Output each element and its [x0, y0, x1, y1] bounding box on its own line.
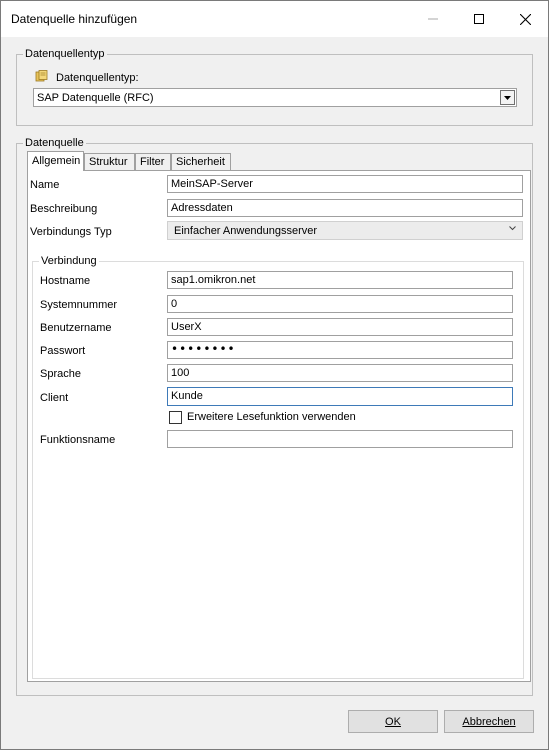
data-source-group-legend: Datenquelle	[23, 137, 86, 149]
connection-type-value: Einfacher Anwendungsserver	[174, 225, 318, 237]
window-title: Datenquelle hinzufügen	[11, 12, 138, 26]
username-input[interactable]: UserX	[167, 318, 513, 336]
database-icon	[35, 70, 48, 82]
function-name-input[interactable]	[167, 430, 513, 448]
tab-struktur[interactable]: Struktur	[84, 153, 135, 170]
connection-type-label: Verbindungs Typ	[30, 226, 112, 238]
hostname-label: Hostname	[40, 275, 91, 287]
connection-type-select[interactable]: Einfacher Anwendungsserver	[167, 221, 523, 240]
close-icon	[519, 13, 531, 25]
password-input[interactable]: ••••••••	[167, 341, 513, 359]
name-input[interactable]: MeinSAP-Server	[167, 175, 523, 193]
source-type-select[interactable]: SAP Datenquelle (RFC)	[33, 88, 517, 107]
chevron-down-icon	[509, 226, 516, 231]
dropdown-arrow-button[interactable]	[500, 90, 515, 105]
username-label: Benutzername	[40, 322, 112, 334]
chevron-down-icon	[504, 95, 511, 100]
language-input[interactable]: 100	[167, 364, 513, 382]
client-input[interactable]: Kunde	[167, 387, 513, 406]
function-name-label: Funktionsname	[40, 434, 116, 446]
name-label: Name	[30, 179, 60, 191]
close-button[interactable]	[502, 1, 548, 37]
cancel-button-label: Abbrechen	[462, 715, 516, 728]
system-number-label: Systemnummer	[40, 299, 118, 311]
ok-button-label: OK	[385, 715, 401, 728]
extended-read-checkbox[interactable]	[169, 411, 182, 424]
connection-group-legend: Verbindung	[39, 255, 99, 267]
minimize-icon	[428, 18, 438, 20]
system-number-input[interactable]: 0	[167, 295, 513, 313]
source-type-value: SAP Datenquelle (RFC)	[37, 92, 154, 104]
client-label: Client	[40, 392, 69, 404]
minimize-button[interactable]	[410, 1, 456, 37]
maximize-icon	[474, 14, 484, 24]
description-input[interactable]: Adressdaten	[167, 199, 523, 217]
extended-read-label[interactable]: Erweitere Lesefunktion verwenden	[187, 411, 356, 423]
ok-button[interactable]: OK	[348, 710, 438, 733]
source-type-group-legend: Datenquellentyp	[23, 48, 107, 60]
language-label: Sprache	[40, 368, 81, 380]
maximize-button[interactable]	[456, 1, 502, 37]
tab-allgemein[interactable]: Allgemein	[27, 151, 84, 171]
dialog-window: Datenquelle hinzufügen Datenquellentyp D…	[0, 0, 549, 750]
tab-filter[interactable]: Filter	[135, 153, 171, 170]
description-label: Beschreibung	[30, 203, 98, 215]
password-label: Passwort	[40, 345, 86, 357]
title-bar: Datenquelle hinzufügen	[1, 1, 548, 37]
hostname-input[interactable]: sap1.omikron.net	[167, 271, 513, 289]
cancel-button[interactable]: Abbrechen	[444, 710, 534, 733]
source-type-label: Datenquellentyp:	[56, 72, 139, 84]
tab-sicherheit[interactable]: Sicherheit	[171, 153, 231, 170]
